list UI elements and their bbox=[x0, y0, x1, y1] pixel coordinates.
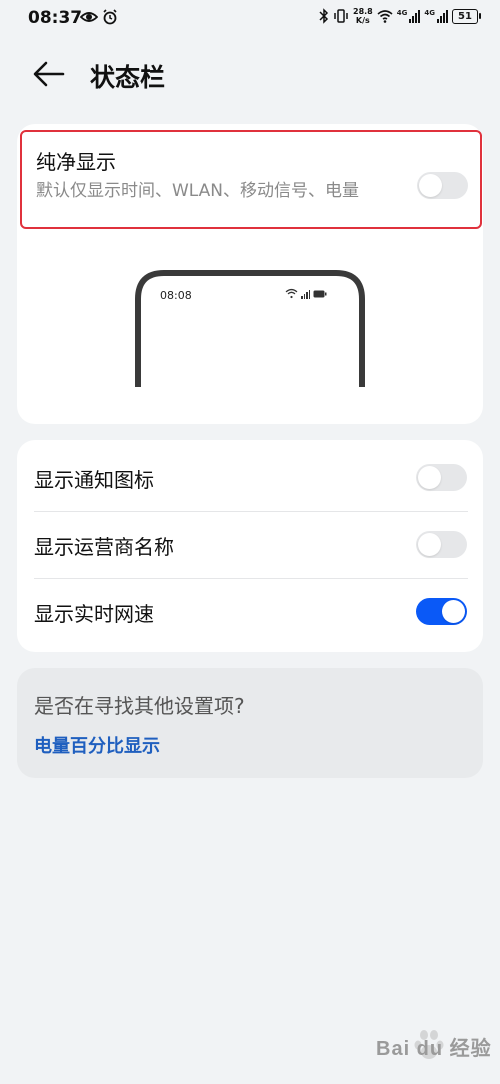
setting-row-notification-icons[interactable]: 显示通知图标 bbox=[17, 444, 483, 511]
setting-row-network-speed[interactable]: 显示实时网速 bbox=[17, 578, 483, 645]
net-speed-unit: K/s bbox=[355, 16, 370, 25]
vibrate-icon bbox=[334, 9, 348, 23]
alarm-icon bbox=[103, 9, 117, 25]
net-speed-value: 28.8 bbox=[353, 7, 373, 16]
notification-icons-toggle[interactable] bbox=[416, 464, 467, 491]
status-right-icons: 28.8 K/s 4G 4G 51 bbox=[319, 7, 481, 25]
bluetooth-icon bbox=[319, 8, 329, 24]
pure-display-title: 纯净显示 bbox=[36, 150, 116, 174]
cell-signal-icon-2: 4G bbox=[424, 9, 448, 23]
page-title: 状态栏 bbox=[90, 63, 166, 92]
net-speed: 28.8 K/s bbox=[353, 7, 373, 25]
cell-signal-icon bbox=[301, 289, 310, 299]
suggestion-card: 是否在寻找其他设置项? 电量百分比显示 bbox=[17, 668, 483, 778]
baidu-watermark-text: Bai du 经验 bbox=[376, 1038, 492, 1060]
status-options-card: 显示通知图标 显示运营商名称 显示实时网速 bbox=[17, 440, 483, 652]
status-time: 08:37 bbox=[28, 8, 83, 28]
eye-icon bbox=[80, 12, 98, 22]
phone-preview-illustration bbox=[135, 270, 365, 387]
preview-time: 08:08 bbox=[160, 289, 192, 302]
cell-signal-icon: 4G bbox=[397, 9, 421, 23]
pure-display-description: 默认仅显示时间、WLAN、移动信号、电量 bbox=[36, 181, 360, 201]
setting-label: 显示实时网速 bbox=[34, 602, 154, 626]
battery-percentage-link[interactable]: 电量百分比显示 bbox=[34, 732, 160, 758]
wifi-icon bbox=[285, 288, 298, 299]
battery-icon: 51 bbox=[452, 8, 481, 24]
setting-row-carrier-name[interactable]: 显示运营商名称 bbox=[17, 511, 483, 578]
arrow-left-icon[interactable] bbox=[32, 60, 66, 88]
pure-display-toggle[interactable] bbox=[417, 172, 468, 199]
suggestion-question: 是否在寻找其他设置项? bbox=[34, 694, 245, 718]
signal-1-label: 4G bbox=[396, 9, 408, 17]
carrier-name-toggle[interactable] bbox=[416, 531, 467, 558]
wifi-icon bbox=[377, 10, 393, 23]
toggle-knob bbox=[442, 600, 465, 623]
preview-status-icons bbox=[285, 288, 327, 299]
toggle-knob bbox=[418, 533, 441, 556]
setting-label: 显示通知图标 bbox=[34, 468, 154, 492]
signal-2-label: 4G bbox=[424, 9, 435, 17]
pure-display-row[interactable]: 纯净显示 默认仅显示时间、WLAN、移动信号、电量 bbox=[20, 130, 482, 229]
page-header: 状态栏 bbox=[0, 50, 500, 100]
network-speed-toggle[interactable] bbox=[416, 598, 467, 625]
setting-label: 显示运营商名称 bbox=[34, 535, 174, 559]
toggle-knob bbox=[419, 174, 442, 197]
status-left-icons bbox=[80, 9, 118, 25]
toggle-knob bbox=[418, 466, 441, 489]
status-bar: 08:37 28.8 K/s 4G 4G 51 bbox=[0, 0, 500, 36]
battery-icon bbox=[313, 290, 327, 297]
pure-display-card: 纯净显示 默认仅显示时间、WLAN、移动信号、电量 08:08 bbox=[17, 124, 483, 424]
